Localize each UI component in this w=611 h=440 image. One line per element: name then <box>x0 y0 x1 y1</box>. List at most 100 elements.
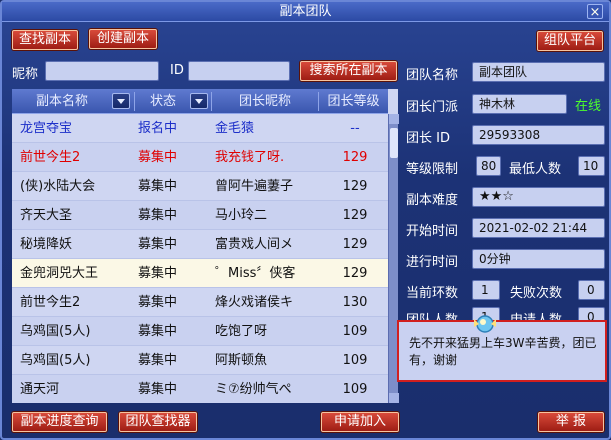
row-status: 募集中 <box>138 266 178 281</box>
team-message-box: 先不开来猛男上车3W辛苦费，团已有，谢谢 <box>397 320 607 382</box>
table-row[interactable]: 龙宫夺宝 报名中 金毛猿 -- <box>12 114 388 143</box>
row-level: 109 <box>342 382 368 397</box>
row-leader: 烽火戏诸侯キ <box>215 295 294 310</box>
online-status: 在线 <box>575 99 602 114</box>
row-dungeon-name: 龙宫夺宝 <box>20 121 73 136</box>
row-status: 募集中 <box>138 237 178 252</box>
row-dungeon-name: 前世今生2 <box>20 150 81 165</box>
team-finder-button[interactable]: 团队查找器 <box>119 412 197 432</box>
row-status: 募集中 <box>138 324 178 339</box>
row-dungeon-name: 前世今生2 <box>20 295 81 310</box>
header-dungeon-name: 副本名称 <box>35 94 88 109</box>
scroll-up-icon[interactable] <box>389 114 399 124</box>
table-row[interactable]: 前世今生2 募集中 烽火戏诸侯キ 130 <box>12 288 388 317</box>
elapsed-field: 0分钟 <box>472 249 605 269</box>
row-level: 109 <box>342 353 368 368</box>
row-level: 109 <box>342 324 368 339</box>
search-dungeon-button[interactable]: 搜索所在副本 <box>300 61 397 81</box>
row-leader: 我充钱了呀. <box>215 150 285 165</box>
row-status: 募集中 <box>138 353 178 368</box>
row-dungeon-name: 通天河 <box>20 382 60 397</box>
row-status: 募集中 <box>138 150 178 165</box>
create-dungeon-button[interactable]: 创建副本 <box>89 29 157 49</box>
row-dungeon-name: 齐天大圣 <box>20 208 73 223</box>
level-limit-label: 等级限制 <box>406 162 459 177</box>
table-row[interactable]: 乌鸡国(5人) 募集中 阿斯顿魚 109 <box>12 346 388 375</box>
row-level: 130 <box>342 295 368 310</box>
fail-count-field: 0 <box>578 280 605 300</box>
leader-school-field: 神木林 <box>472 94 567 114</box>
nickname-label: 昵称 <box>12 67 39 82</box>
table-row[interactable]: 齐天大圣 募集中 马小玲二 129 <box>12 201 388 230</box>
row-leader: ミ⑦纷帅气ぺ <box>215 382 292 397</box>
header-leader-level: 团长等级 <box>327 94 380 109</box>
row-level: 129 <box>342 237 368 252</box>
row-level: 129 <box>342 266 368 281</box>
min-people-field: 10 <box>578 156 605 176</box>
level-limit-field: 80 <box>476 156 501 176</box>
row-dungeon-name: 乌鸡国(5人) <box>20 324 91 339</box>
row-leader: 富贵戏人间メ <box>215 237 294 252</box>
row-status: 报名中 <box>138 121 178 136</box>
fail-count-label: 失败次数 <box>510 286 563 301</box>
row-level: 129 <box>342 150 368 165</box>
min-people-label: 最低人数 <box>509 162 562 177</box>
dungeon-team-window: 副本团队 × 查找副本 创建副本 组队平台 昵称 ID 搜索所在副本 副本名称 … <box>0 0 611 440</box>
apply-join-button[interactable]: 申请加入 <box>321 412 399 432</box>
leader-id-label: 团长 ID <box>406 131 450 146</box>
team-name-field: 副本团队 <box>472 62 605 82</box>
table-row-selected[interactable]: 金兜洞兕大王 募集中 ゜Miss〞侠客 129 <box>12 259 388 288</box>
table-row[interactable]: 前世今生2 募集中 我充钱了呀. 129 <box>12 143 388 172</box>
difficulty-stars: ★★☆ <box>472 187 605 207</box>
leader-id-field: 29593308 <box>472 125 605 145</box>
id-label: ID <box>170 63 184 78</box>
row-leader: 阿斯顿魚 <box>215 353 268 368</box>
table-header: 副本名称 状态 团长昵称 团长等级 <box>12 89 388 114</box>
start-time-field: 2021-02-02 21:44 <box>472 218 605 238</box>
row-dungeon-name: 金兜洞兕大王 <box>20 266 99 281</box>
close-icon[interactable]: × <box>587 4 603 20</box>
row-leader: 曾阿牛遍萋子 <box>215 179 294 194</box>
row-status: 募集中 <box>138 295 178 310</box>
fairy-icon <box>474 315 496 333</box>
start-time-label: 开始时间 <box>406 224 459 239</box>
window-title: 副本团队 <box>279 4 332 19</box>
find-dungeon-button[interactable]: 查找副本 <box>12 30 78 50</box>
title-bar: 副本团队 × <box>2 2 609 22</box>
team-name-label: 团队名称 <box>406 68 459 83</box>
row-leader: 马小玲二 <box>215 208 268 223</box>
dungeon-progress-button[interactable]: 副本进度查询 <box>12 412 107 432</box>
row-level: 129 <box>342 179 368 194</box>
id-input[interactable] <box>188 61 290 81</box>
current-round-label: 当前环数 <box>406 286 459 301</box>
row-leader: ゜Miss〞侠客 <box>215 266 296 281</box>
current-round-field: 1 <box>472 280 500 300</box>
elapsed-label: 进行时间 <box>406 255 459 270</box>
team-platform-button[interactable]: 组队平台 <box>537 31 603 51</box>
table-row[interactable]: 乌鸡国(5人) 募集中 吃饱了呀 109 <box>12 317 388 346</box>
row-leader: 金毛猿 <box>215 121 255 136</box>
row-dungeon-name: (侠)水陆大会 <box>20 179 96 194</box>
table-row[interactable]: (侠)水陆大会 募集中 曾阿牛遍萋子 129 <box>12 172 388 201</box>
sort-status-icon[interactable] <box>190 93 208 109</box>
leader-school-label: 团长门派 <box>406 100 459 115</box>
row-dungeon-name: 秘境降妖 <box>20 237 73 252</box>
row-status: 募集中 <box>138 179 178 194</box>
row-leader: 吃饱了呀 <box>215 324 268 339</box>
scroll-thumb[interactable] <box>390 128 398 158</box>
dungeon-table: 副本名称 状态 团长昵称 团长等级 龙宫夺宝 报名中 金毛猿 -- 前世今生2 … <box>12 89 399 403</box>
header-leader-name: 团长昵称 <box>238 94 291 109</box>
header-status: 状态 <box>149 94 176 109</box>
row-dungeon-name: 乌鸡国(5人) <box>20 353 91 368</box>
report-button[interactable]: 举 报 <box>538 412 604 432</box>
row-level: -- <box>350 121 360 136</box>
row-status: 募集中 <box>138 208 178 223</box>
scroll-down-icon[interactable] <box>389 393 399 403</box>
nickname-input[interactable] <box>45 61 159 81</box>
sort-name-icon[interactable] <box>112 93 130 109</box>
table-row[interactable]: 秘境降妖 募集中 富贵戏人间メ 129 <box>12 230 388 259</box>
difficulty-label: 副本难度 <box>406 193 459 208</box>
row-status: 募集中 <box>138 382 178 397</box>
table-row[interactable]: 通天河 募集中 ミ⑦纷帅气ぺ 109 <box>12 375 388 403</box>
row-level: 129 <box>342 208 368 223</box>
